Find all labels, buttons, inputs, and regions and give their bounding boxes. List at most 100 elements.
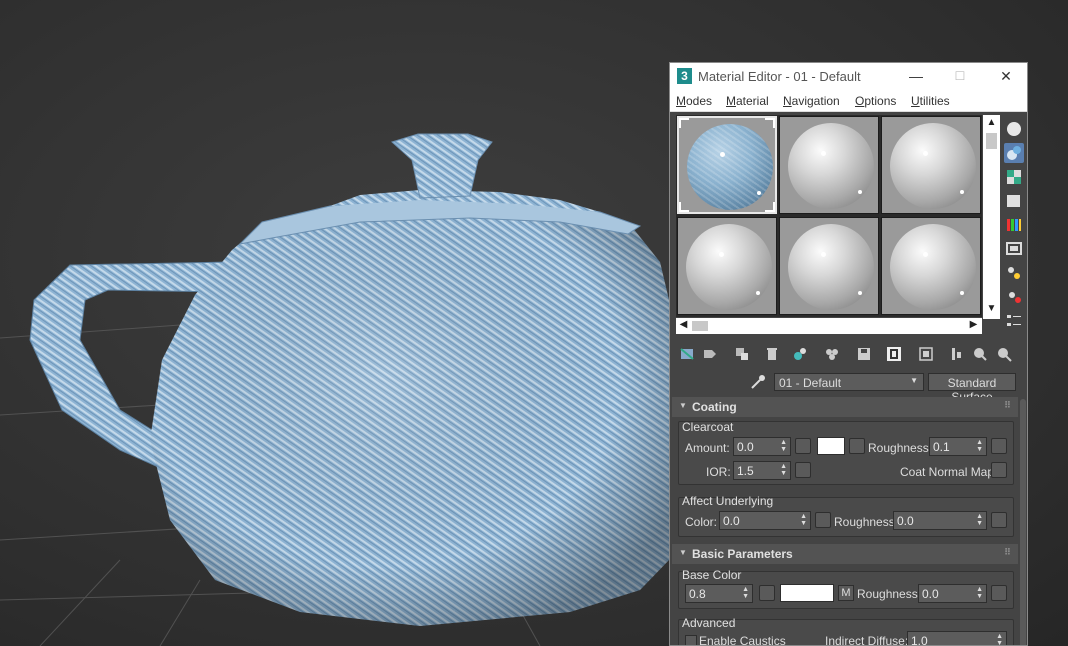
indirect-diffuse-spinner[interactable]: 1.0 ▲ ▼ [907,631,1007,645]
backlight-icon[interactable] [1004,143,1024,163]
roughness-spinner[interactable]: 0.1 ▲ ▼ [929,437,987,456]
make-preview-icon[interactable] [1004,239,1024,259]
app-icon: 3 [677,68,692,84]
material-options-icon[interactable] [1004,263,1024,283]
material-map-navigator-icon[interactable] [1004,311,1024,331]
maximize-button[interactable]: ☐ [950,67,970,85]
put-to-library-icon[interactable] [824,346,840,362]
amount-value: 0.0 [737,440,754,454]
clearcoat-color-swatch[interactable] [817,437,845,455]
material-type-button[interactable]: Standard Surface [928,373,1016,404]
material-name-field[interactable]: 01 - Default ▼ [774,373,924,391]
enable-caustics-checkbox[interactable] [685,635,697,645]
spinner-arrows-icon[interactable]: ▲ ▼ [976,586,983,600]
base-roughness-label: Roughness: [857,587,922,601]
advanced-group: Advanced Enable Caustics Indirect Diffus… [678,616,1014,646]
show-shaded-in-viewport-icon[interactable] [918,346,934,362]
affect-roughness-spinner[interactable]: 0.0 ▲ ▼ [893,511,987,530]
spinner-arrows-icon[interactable]: ▲ ▼ [780,439,787,453]
spinner-arrows-icon[interactable]: ▲ ▼ [996,633,1003,645]
affect-roughness-label: Roughness: [834,515,899,529]
drag-grip-icon[interactable]: ⠿ [1004,400,1011,411]
ior-value: 1.5 [737,464,754,478]
amount-map-button[interactable] [795,438,811,454]
color-map-button[interactable] [849,438,865,454]
sphere-preview [890,123,976,209]
ior-spinner[interactable]: 1.5 ▲ ▼ [733,461,791,480]
scroll-thumb[interactable] [986,133,997,149]
drag-grip-icon[interactable]: ⠿ [1004,547,1011,558]
base-color-map-button[interactable]: M [838,585,854,601]
sample-type-sphere-icon[interactable] [1004,119,1024,139]
material-id-channel-icon[interactable] [886,346,902,362]
get-material-icon[interactable] [679,346,695,362]
scroll-right-icon[interactable]: ▶ [966,318,981,333]
coating-title: Coating [692,400,737,414]
affect-color-spinner[interactable]: 0.0 ▲ ▼ [719,511,811,530]
sample-uv-tiling-icon[interactable] [1004,191,1024,211]
base-roughness-map-button[interactable] [991,585,1007,601]
show-end-result-icon[interactable] [948,346,964,362]
background-checker-icon[interactable] [1004,167,1024,187]
affect-roughness-value: 0.0 [897,514,914,528]
base-roughness-spinner[interactable]: 0.0 ▲ ▼ [918,584,987,603]
slots-horizontal-scrollbar[interactable]: ◀ ▶ [676,318,982,334]
title-bar[interactable]: 3 Material Editor - 01 - Default — ☐ ✕ [670,63,1027,90]
base-weight-spinner[interactable]: 0.8 ▲ ▼ [685,584,753,603]
basic-parameters-rollout-header[interactable]: ▼ Basic Parameters ⠿ [672,544,1018,564]
go-forward-to-sibling-icon[interactable] [996,346,1012,362]
sample-slot-5[interactable] [779,217,879,315]
enable-caustics-label: Enable Caustics [699,634,786,646]
spinner-arrows-icon[interactable]: ▲ ▼ [780,463,787,477]
close-button[interactable]: ✕ [996,67,1016,85]
collapse-triangle-icon[interactable]: ▼ [679,401,687,410]
save-material-icon[interactable] [856,346,872,362]
roughness-map-button[interactable] [991,438,1007,454]
sample-slot-1[interactable] [677,116,777,214]
menu-modes[interactable]: Modes [676,94,712,108]
affect-color-map-button[interactable] [815,512,831,528]
affect-underlying-group: Affect Underlying Color: 0.0 ▲ ▼ Roughnes… [678,494,1014,537]
delete-icon[interactable] [764,346,780,362]
base-color-swatch[interactable] [780,584,834,602]
chevron-down-icon[interactable]: ▼ [910,376,918,385]
sample-slot-3[interactable] [881,116,981,214]
spinner-arrows-icon[interactable]: ▲ ▼ [800,513,807,527]
assign-to-selection-icon[interactable] [734,346,750,362]
pick-material-eyedropper-icon[interactable] [750,374,766,390]
amount-spinner[interactable]: 0.0 ▲ ▼ [733,437,791,456]
coat-normal-map-button[interactable] [991,462,1007,478]
slots-vertical-scrollbar[interactable]: ▲ ▼ [983,115,1000,319]
collapse-triangle-icon[interactable]: ▼ [679,548,687,557]
ior-map-button[interactable] [795,462,811,478]
sample-slot-2[interactable] [779,116,879,214]
menu-material[interactable]: Material [726,94,769,108]
rollout-scrollbar[interactable] [1020,399,1026,645]
affect-roughness-map-button[interactable] [991,512,1007,528]
window-title: Material Editor - 01 - Default [698,69,861,84]
scroll-down-icon[interactable]: ▼ [984,302,999,317]
scroll-left-icon[interactable]: ◀ [676,318,691,333]
menu-bar: Modes Material Navigation Options Utilit… [670,90,1027,112]
select-by-material-icon[interactable] [1004,287,1024,307]
menu-navigation[interactable]: Navigation [783,94,840,108]
sample-slot-4[interactable] [677,217,777,315]
scroll-up-icon[interactable]: ▲ [984,116,999,131]
scroll-thumb[interactable] [692,321,708,331]
put-to-scene-icon[interactable] [702,346,718,362]
minimize-button[interactable]: — [906,67,926,85]
spinner-arrows-icon[interactable]: ▲ ▼ [742,586,749,600]
menu-options[interactable]: Options [855,94,896,108]
base-color-title: Base Color [682,568,742,582]
spinner-arrows-icon[interactable]: ▲ ▼ [976,513,983,527]
video-color-check-icon[interactable] [1004,215,1024,235]
base-weight-map-button[interactable] [759,585,775,601]
sample-slot-6[interactable] [881,217,981,315]
make-unique-icon[interactable] [792,346,808,362]
spinner-arrows-icon[interactable]: ▲ ▼ [976,439,983,453]
sphere-preview [788,224,874,310]
go-to-parent-icon[interactable] [972,346,988,362]
indirect-diffuse-label: Indirect Diffuse: [825,634,909,646]
menu-utilities[interactable]: Utilities [911,94,950,108]
coating-rollout-header[interactable]: ▼ Coating ⠿ [672,397,1018,417]
